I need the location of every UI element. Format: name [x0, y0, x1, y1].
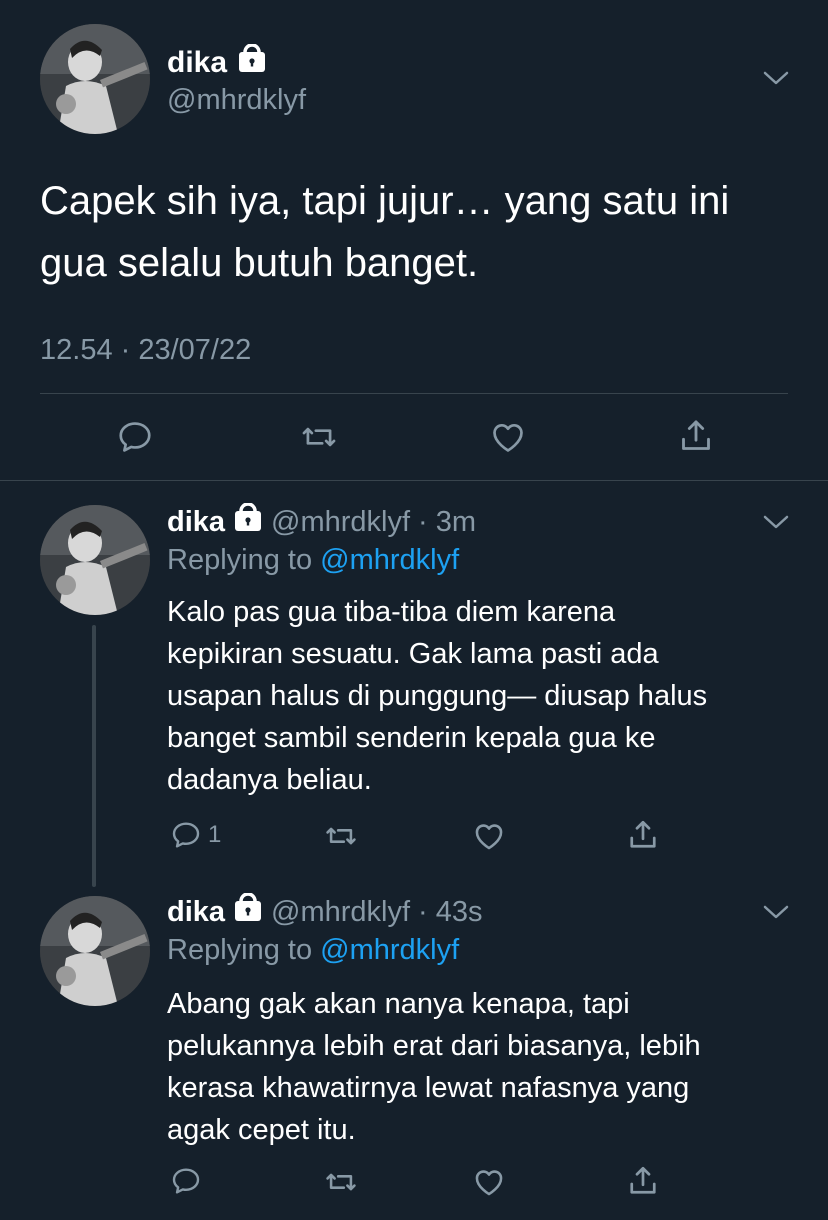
reply-button[interactable]: 1	[170, 819, 221, 851]
section-divider	[0, 480, 828, 481]
avatar-photo	[40, 896, 150, 1006]
author-handle[interactable]: @mhrdklyf	[271, 506, 410, 539]
reply-text: Kalo pas gua tiba-tiba diem karena kepik…	[167, 591, 797, 801]
replying-to-mention[interactable]: @mhrdklyf	[320, 934, 459, 966]
retweet-icon	[326, 1173, 356, 1191]
reply-header: dika @mhrdklyf · 3m	[167, 502, 476, 541]
author-name-row[interactable]: dika	[167, 43, 267, 82]
reply-text-line: kepikiran sesuatu. Gak lama pasti ada	[167, 638, 659, 670]
chevron-down-icon[interactable]	[762, 512, 790, 532]
like-button[interactable]	[472, 819, 506, 853]
retweet-button[interactable]	[324, 819, 358, 853]
replying-to: Replying to @mhrdklyf	[167, 934, 459, 967]
divider	[40, 393, 788, 394]
replying-to-label: Replying to	[167, 544, 313, 576]
heart-icon	[493, 424, 523, 452]
replying-to: Replying to @mhrdklyf	[167, 544, 459, 577]
share-icon	[630, 1166, 656, 1194]
author-handle[interactable]: @mhrdklyf	[271, 896, 410, 929]
author-name: dika	[167, 46, 228, 79]
reply-text-line: Abang gak akan nanya kenapa, tapi	[167, 988, 630, 1020]
reply-icon	[119, 422, 151, 452]
tweet-text-line: Capek sih iya, tapi jujur… yang satu ini	[40, 179, 730, 223]
avatar[interactable]	[40, 505, 150, 615]
tweet-text-line: gua selalu butuh banget.	[40, 241, 479, 285]
reply-icon	[172, 1168, 200, 1194]
reply-button[interactable]	[170, 1165, 208, 1197]
replying-to-label: Replying to	[167, 934, 313, 966]
share-button[interactable]	[625, 1163, 661, 1199]
author-name[interactable]: dika	[167, 506, 225, 539]
reply-text-line: pelukannya lebih erat dari biasanya, leb…	[167, 1030, 701, 1062]
chevron-down-icon[interactable]	[762, 902, 790, 922]
reply-text-line: dadanya beliau.	[167, 764, 372, 796]
avatar-photo	[40, 24, 150, 134]
reply-time[interactable]: · 43s	[418, 896, 482, 929]
like-button[interactable]	[489, 418, 527, 456]
reply-count: 1	[208, 821, 222, 848]
avatar[interactable]	[40, 896, 150, 1006]
retweet-icon	[326, 827, 356, 845]
replying-to-mention[interactable]: @mhrdklyf	[320, 544, 459, 576]
heart-icon	[475, 1170, 503, 1196]
tweet-thread-screen: dika @mhrdklyf Capek sih iya, tapi jujur…	[0, 0, 828, 1220]
retweet-button[interactable]	[300, 418, 338, 456]
thread-connector-line	[92, 625, 96, 887]
author-name[interactable]: dika	[167, 896, 225, 929]
lock-icon	[233, 892, 263, 931]
reply-text: Abang gak akan nanya kenapa, tapi peluka…	[167, 983, 797, 1151]
share-icon	[630, 820, 656, 848]
lock-icon	[233, 502, 263, 541]
chevron-down-icon[interactable]	[762, 68, 790, 88]
reply-text-line: Kalo pas gua tiba-tiba diem karena	[167, 596, 616, 628]
reply-icon	[172, 822, 200, 848]
retweet-icon	[302, 427, 336, 447]
tweet-timestamp[interactable]: 12.54 · 23/07/22	[40, 334, 251, 367]
reply-text-line: kerasa khawatirnya lewat nafasnya yang	[167, 1072, 690, 1104]
like-button[interactable]	[472, 1165, 506, 1199]
reply-header: dika @mhrdklyf · 43s	[167, 892, 483, 931]
lock-icon	[237, 43, 267, 82]
reply-text-line: agak cepet itu.	[167, 1114, 356, 1146]
heart-icon	[475, 824, 503, 850]
reply-text-line: usapan halus di punggung— diusap halus	[167, 680, 708, 712]
author-handle[interactable]: @mhrdklyf	[167, 84, 306, 117]
avatar[interactable]	[40, 24, 150, 134]
share-button[interactable]	[676, 416, 716, 456]
share-icon	[682, 420, 710, 450]
tweet-text: Capek sih iya, tapi jujur… yang satu ini…	[40, 170, 800, 294]
reply-text-line: banget sambil senderin kepala gua ke	[167, 722, 656, 754]
reply-button[interactable]	[116, 418, 154, 456]
share-button[interactable]	[625, 817, 661, 853]
avatar-photo	[40, 505, 150, 615]
reply-time[interactable]: · 3m	[418, 506, 476, 539]
retweet-button[interactable]	[324, 1165, 358, 1199]
